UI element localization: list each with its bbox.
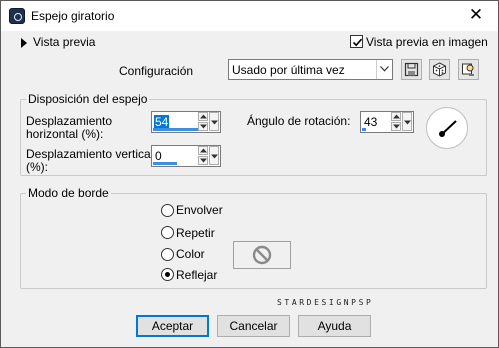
increment-icon[interactable] [198, 112, 208, 121]
random-dice-icon [433, 62, 446, 77]
spinner-buttons [198, 112, 220, 132]
config-selected-value: Usado por última vez [232, 63, 345, 77]
radio-color-label[interactable]: Color [176, 247, 205, 261]
help-button[interactable]: Ayuda [298, 315, 371, 337]
vertical-offset-label-line1: Desplazamiento vertical [26, 147, 154, 161]
spinner-buttons [198, 146, 220, 166]
reset-icon [462, 63, 474, 76]
vertical-offset-label-line2: (%): [26, 160, 48, 174]
rotation-dial[interactable] [426, 107, 468, 149]
config-select[interactable]: Usado por última vez [228, 59, 393, 80]
horizontal-offset-label-line2: horizontal (%): [26, 127, 104, 141]
radio-reflect-label[interactable]: Reflejar [176, 268, 217, 282]
vertical-offset-value[interactable]: 0 [154, 149, 163, 163]
decrement-icon[interactable] [198, 156, 208, 165]
radio-reflect[interactable] [161, 268, 174, 281]
preview-toggle-label[interactable]: Vista previa [33, 35, 95, 49]
expand-arrow-icon[interactable] [21, 38, 27, 48]
preview-on-image-checkbox[interactable] [350, 35, 363, 48]
save-preset-button[interactable] [401, 59, 422, 80]
watermark-text: STARDESIGNPSP [277, 298, 374, 307]
window-title: Espejo giratorio [31, 9, 115, 23]
close-button[interactable]: ✕ [464, 4, 488, 26]
dropdown-arrow-icon[interactable] [209, 146, 219, 165]
mirror-layout-legend: Disposición del espejo [26, 92, 150, 106]
title-bar[interactable]: Espejo giratorio ✕ [1, 1, 498, 31]
radio-selected-dot [165, 272, 170, 277]
radio-color[interactable] [161, 248, 174, 261]
decrement-icon[interactable] [391, 122, 401, 131]
increment-icon[interactable] [198, 146, 208, 155]
rotation-angle-label: Ángulo de rotación: [247, 114, 351, 128]
reset-button[interactable] [458, 59, 479, 80]
radio-repeat[interactable] [161, 226, 174, 239]
config-label: Configuración [119, 64, 194, 78]
radio-wrap-label[interactable]: Envolver [176, 203, 223, 217]
vertical-offset-slider-fill [153, 162, 177, 165]
dialog-window: Espejo giratorio ✕ Vista previa Vista pr… [0, 0, 499, 348]
save-icon [404, 62, 419, 77]
color-swatch-button[interactable] [233, 241, 291, 269]
checkmark-icon [352, 38, 363, 47]
chevron-down-icon[interactable] [376, 60, 392, 79]
radio-wrap[interactable] [161, 204, 174, 217]
randomize-button[interactable] [429, 59, 450, 80]
decrement-icon[interactable] [198, 122, 208, 131]
increment-icon[interactable] [391, 112, 401, 121]
preview-on-image-label[interactable]: Vista previa en imagen [366, 35, 488, 49]
rotation-angle-spinner[interactable]: 43 [360, 111, 414, 133]
ok-button[interactable]: Aceptar [136, 315, 209, 337]
rotation-angle-value[interactable]: 43 [363, 115, 378, 129]
horizontal-offset-slider-fill [153, 128, 198, 131]
horizontal-offset-spinner[interactable]: 54 [151, 111, 221, 133]
vertical-offset-spinner[interactable]: 0 [151, 145, 221, 167]
angle-dial-icon [439, 120, 457, 137]
dropdown-arrow-icon[interactable] [209, 112, 219, 131]
dropdown-arrow-icon[interactable] [402, 112, 412, 131]
no-symbol-icon [252, 245, 272, 265]
horizontal-offset-value[interactable]: 54 [154, 115, 170, 129]
spinner-buttons [391, 112, 413, 132]
cancel-button[interactable]: Cancelar [217, 315, 290, 337]
app-icon [9, 8, 25, 24]
rotation-angle-slider-fill [362, 128, 366, 131]
radio-repeat-label[interactable]: Repetir [176, 226, 215, 240]
horizontal-offset-label-line1: Desplazamiento [26, 114, 113, 128]
border-mode-legend: Modo de borde [26, 186, 111, 200]
